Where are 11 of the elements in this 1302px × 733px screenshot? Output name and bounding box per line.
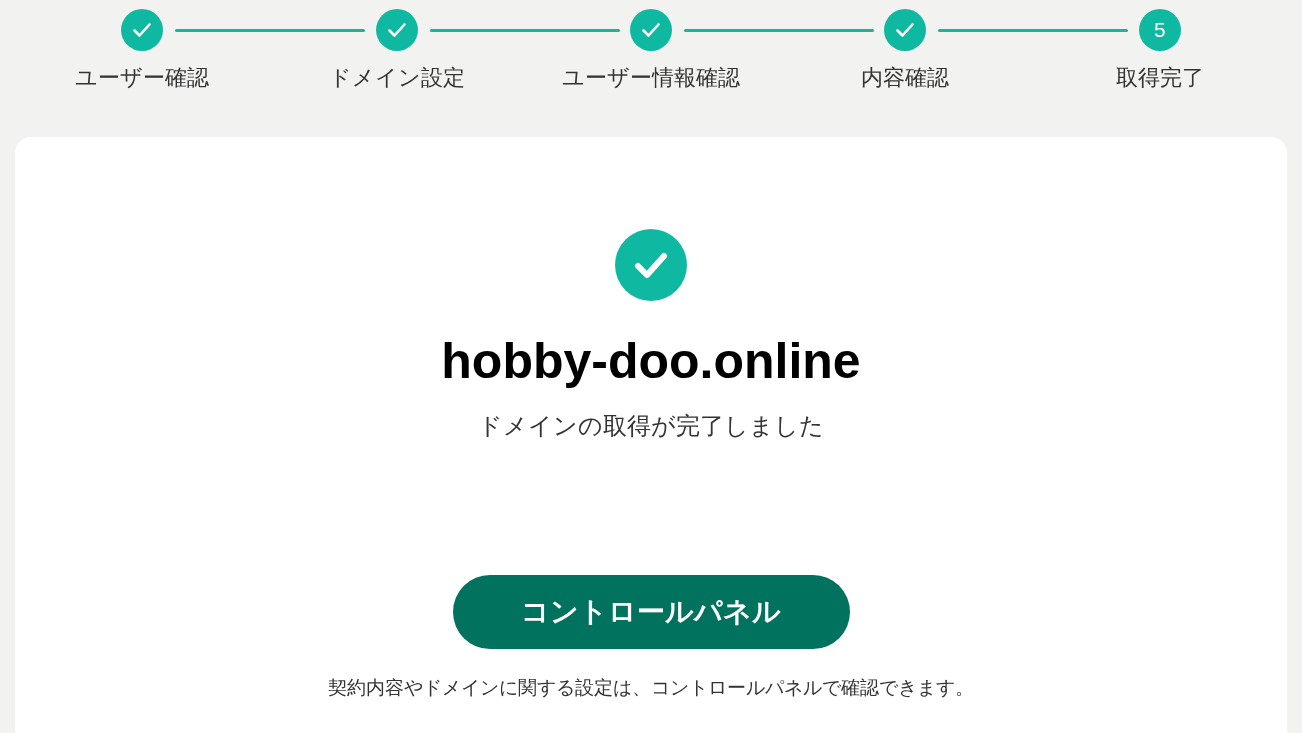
info-note: 契約内容やドメインに関する設定は、コントロールパネルで確認できます。 [328, 676, 974, 700]
step-number: 5 [1138, 9, 1181, 51]
domain-name: hobby-doo.online [441, 332, 861, 391]
step-label: 内容確認 [861, 64, 950, 92]
control-panel-button[interactable]: コントロールパネル [452, 575, 850, 649]
step-label: 取得完了 [1115, 64, 1204, 92]
check-circle-icon [615, 229, 687, 301]
completion-message: ドメインの取得が完了しました [478, 411, 824, 441]
step-label: ユーザー情報確認 [562, 64, 740, 92]
step-label: ユーザー確認 [75, 64, 210, 92]
step-label: ドメイン設定 [328, 64, 465, 92]
